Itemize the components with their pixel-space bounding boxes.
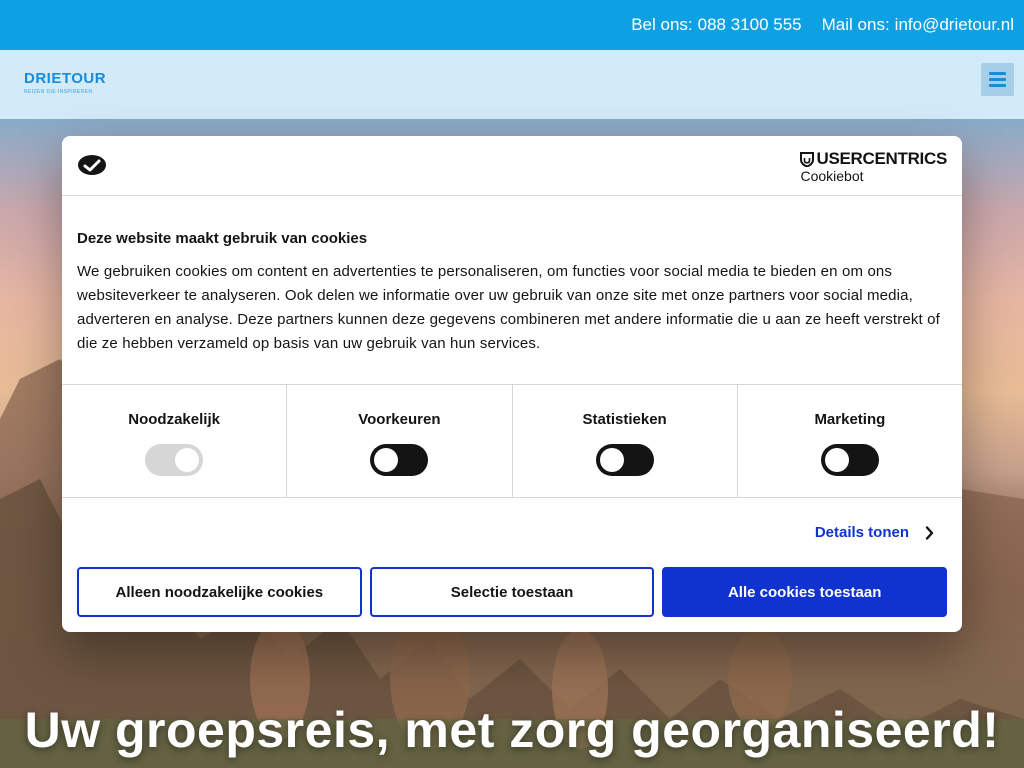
category-label: Statistieken	[582, 411, 667, 428]
shield-icon	[800, 151, 815, 167]
details-label: Details tonen	[814, 524, 909, 541]
toggle-voorkeuren[interactable]	[370, 444, 429, 476]
category-marketing: Marketing	[738, 385, 962, 497]
details-link[interactable]: Details tonen	[815, 524, 934, 541]
cookiebot-label: Cookiebot	[800, 168, 864, 184]
mail-label: Mail ons:	[821, 15, 890, 34]
toggle-marketing[interactable]	[820, 444, 879, 476]
toggle-noodzakelijk[interactable]	[145, 444, 204, 476]
site-logo[interactable]: DRIETOUR REIZEN DIE INSPIREREN	[24, 70, 106, 95]
category-statistieken: Statistieken	[513, 385, 738, 497]
cookie-category-toggles: Noodzakelijk Voorkeuren Statistieken Mar…	[62, 384, 962, 498]
chevron-right-icon	[925, 525, 934, 540]
category-noodzakelijk: Noodzakelijk	[62, 385, 288, 497]
mail-address[interactable]: info@drietour.nl	[895, 15, 1014, 35]
hamburger-icon[interactable]	[981, 63, 1014, 96]
usercentrics-brand[interactable]: USERCENTRICS Cookiebot	[800, 150, 947, 184]
category-label: Noodzakelijk	[128, 411, 220, 428]
mail-contact[interactable]: Mail ons: info@drietour.nl	[822, 15, 1014, 35]
consent-buttons: Alleen noodzakelijke cookies Selectie to…	[77, 567, 948, 617]
top-contact-bar: Bel ons: 088 3100 555 Mail ons: info@dri…	[0, 0, 1024, 50]
allow-selection-button[interactable]: Selectie toestaan	[369, 567, 655, 617]
cookie-consent-dialog: USERCENTRICS Cookiebot Deze website maak…	[62, 136, 962, 632]
site-header: DRIETOUR REIZEN DIE INSPIREREN	[0, 50, 1024, 119]
allow-necessary-button[interactable]: Alleen noodzakelijke cookies	[77, 567, 362, 617]
logo-name: DRIETOUR	[24, 70, 107, 87]
cookiebot-logo-icon	[78, 155, 106, 175]
dialog-header: USERCENTRICS Cookiebot	[62, 136, 962, 196]
phone-label: Bel ons:	[631, 15, 693, 34]
category-label: Marketing	[814, 411, 886, 428]
hero-title: Uw groepsreis, met zorg georganiseerd!	[24, 702, 1000, 758]
dialog-description: We gebruiken cookies om content en adver…	[77, 263, 940, 352]
dialog-title: Deze website maakt gebruik van cookies	[77, 230, 368, 247]
dialog-body: Deze website maakt gebruik van cookies W…	[77, 230, 947, 356]
category-voorkeuren: Voorkeuren	[287, 385, 513, 497]
usercentrics-name: USERCENTRICS	[800, 150, 947, 168]
toggle-statistieken[interactable]	[595, 444, 654, 476]
usercentrics-label: USERCENTRICS	[816, 149, 947, 168]
phone-contact[interactable]: Bel ons: 088 3100 555	[631, 15, 801, 35]
category-label: Voorkeuren	[358, 411, 441, 428]
phone-number[interactable]: 088 3100 555	[698, 15, 802, 35]
allow-all-button[interactable]: Alle cookies toestaan	[662, 567, 948, 617]
logo-tagline: REIZEN DIE INSPIREREN	[24, 89, 93, 95]
